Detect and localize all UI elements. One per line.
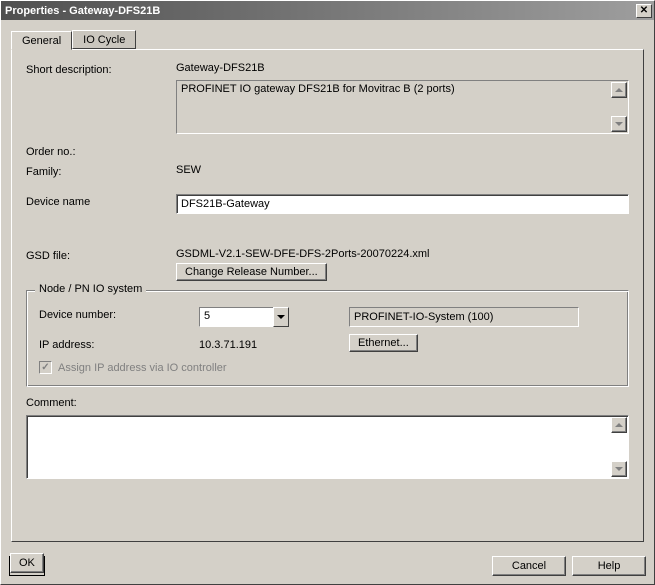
chevron-down-icon[interactable]	[273, 307, 289, 327]
group-node-pn-io: Node / PN IO system Device number: 5	[26, 290, 629, 387]
device-name-input[interactable]	[176, 194, 629, 214]
device-number-combo[interactable]: 5	[199, 307, 289, 327]
client-area: General IO Cycle Short description: Gate…	[1, 20, 654, 550]
titlebar: Properties - Gateway-DFS21B ✕	[1, 1, 654, 20]
close-icon[interactable]: ✕	[636, 4, 652, 18]
ip-address-label: IP address:	[39, 337, 199, 351]
short-description-value: Gateway-DFS21B	[176, 62, 629, 74]
comment-textarea[interactable]	[26, 415, 629, 479]
device-number-value: 5	[199, 307, 273, 327]
button-bar: OK Cancel Help	[1, 550, 654, 584]
device-number-label: Device number:	[39, 307, 199, 321]
ip-address-value: 10.3.71.191	[199, 337, 349, 351]
spin-up-icon	[611, 82, 627, 98]
assign-ip-checkbox: ✓ Assign IP address via IO controller	[39, 361, 227, 374]
group-node-legend: Node / PN IO system	[35, 283, 146, 295]
comment-spin-down-icon	[611, 461, 627, 477]
checkbox-icon: ✓	[39, 361, 52, 374]
row-device-name: Device name	[26, 194, 629, 214]
window-title: Properties - Gateway-DFS21B	[5, 5, 160, 17]
row-gsd-file: GSD file: GSDML-V2.1-SEW-DFE-DFS-2Ports-…	[26, 248, 629, 278]
tabpage-general: Short description: Gateway-DFS21B PROFIN…	[11, 49, 644, 542]
row-family: Family: SEW	[26, 164, 629, 178]
ok-button[interactable]: OK	[10, 553, 44, 573]
cancel-button[interactable]: Cancel	[492, 556, 566, 576]
order-no-label: Order no.:	[26, 144, 176, 158]
device-name-label: Device name	[26, 194, 176, 208]
tab-strip: General IO Cycle	[11, 28, 644, 49]
long-description-text: PROFINET IO gateway DFS21B for Movitrac …	[181, 83, 455, 95]
pnio-system-field	[349, 307, 579, 327]
short-description-label: Short description:	[26, 62, 176, 76]
row-short-description: Short description: Gateway-DFS21B PROFIN…	[26, 62, 629, 134]
tab-general[interactable]: General	[11, 31, 72, 50]
gsd-file-label: GSD file:	[26, 248, 176, 262]
row-order-no: Order no.:	[26, 144, 629, 158]
comment-label: Comment:	[26, 397, 629, 409]
family-label: Family:	[26, 164, 176, 178]
family-value: SEW	[176, 164, 629, 176]
comment-spin-up-icon	[611, 417, 627, 433]
spin-down-icon	[611, 116, 627, 132]
assign-ip-label: Assign IP address via IO controller	[58, 362, 227, 374]
ethernet-button[interactable]: Ethernet...	[349, 334, 418, 352]
row-ip-address: IP address: 10.3.71.191 Ethernet...	[39, 337, 616, 351]
change-release-number-button[interactable]: Change Release Number...	[176, 263, 327, 281]
tab-io-cycle[interactable]: IO Cycle	[72, 30, 136, 49]
long-description-box: PROFINET IO gateway DFS21B for Movitrac …	[176, 80, 629, 134]
help-button[interactable]: Help	[572, 556, 646, 576]
row-device-number: Device number: 5	[39, 307, 616, 327]
properties-dialog: Properties - Gateway-DFS21B ✕ General IO…	[0, 0, 655, 585]
gsd-file-value: GSDML-V2.1-SEW-DFE-DFS-2Ports-20070224.x…	[176, 248, 629, 260]
